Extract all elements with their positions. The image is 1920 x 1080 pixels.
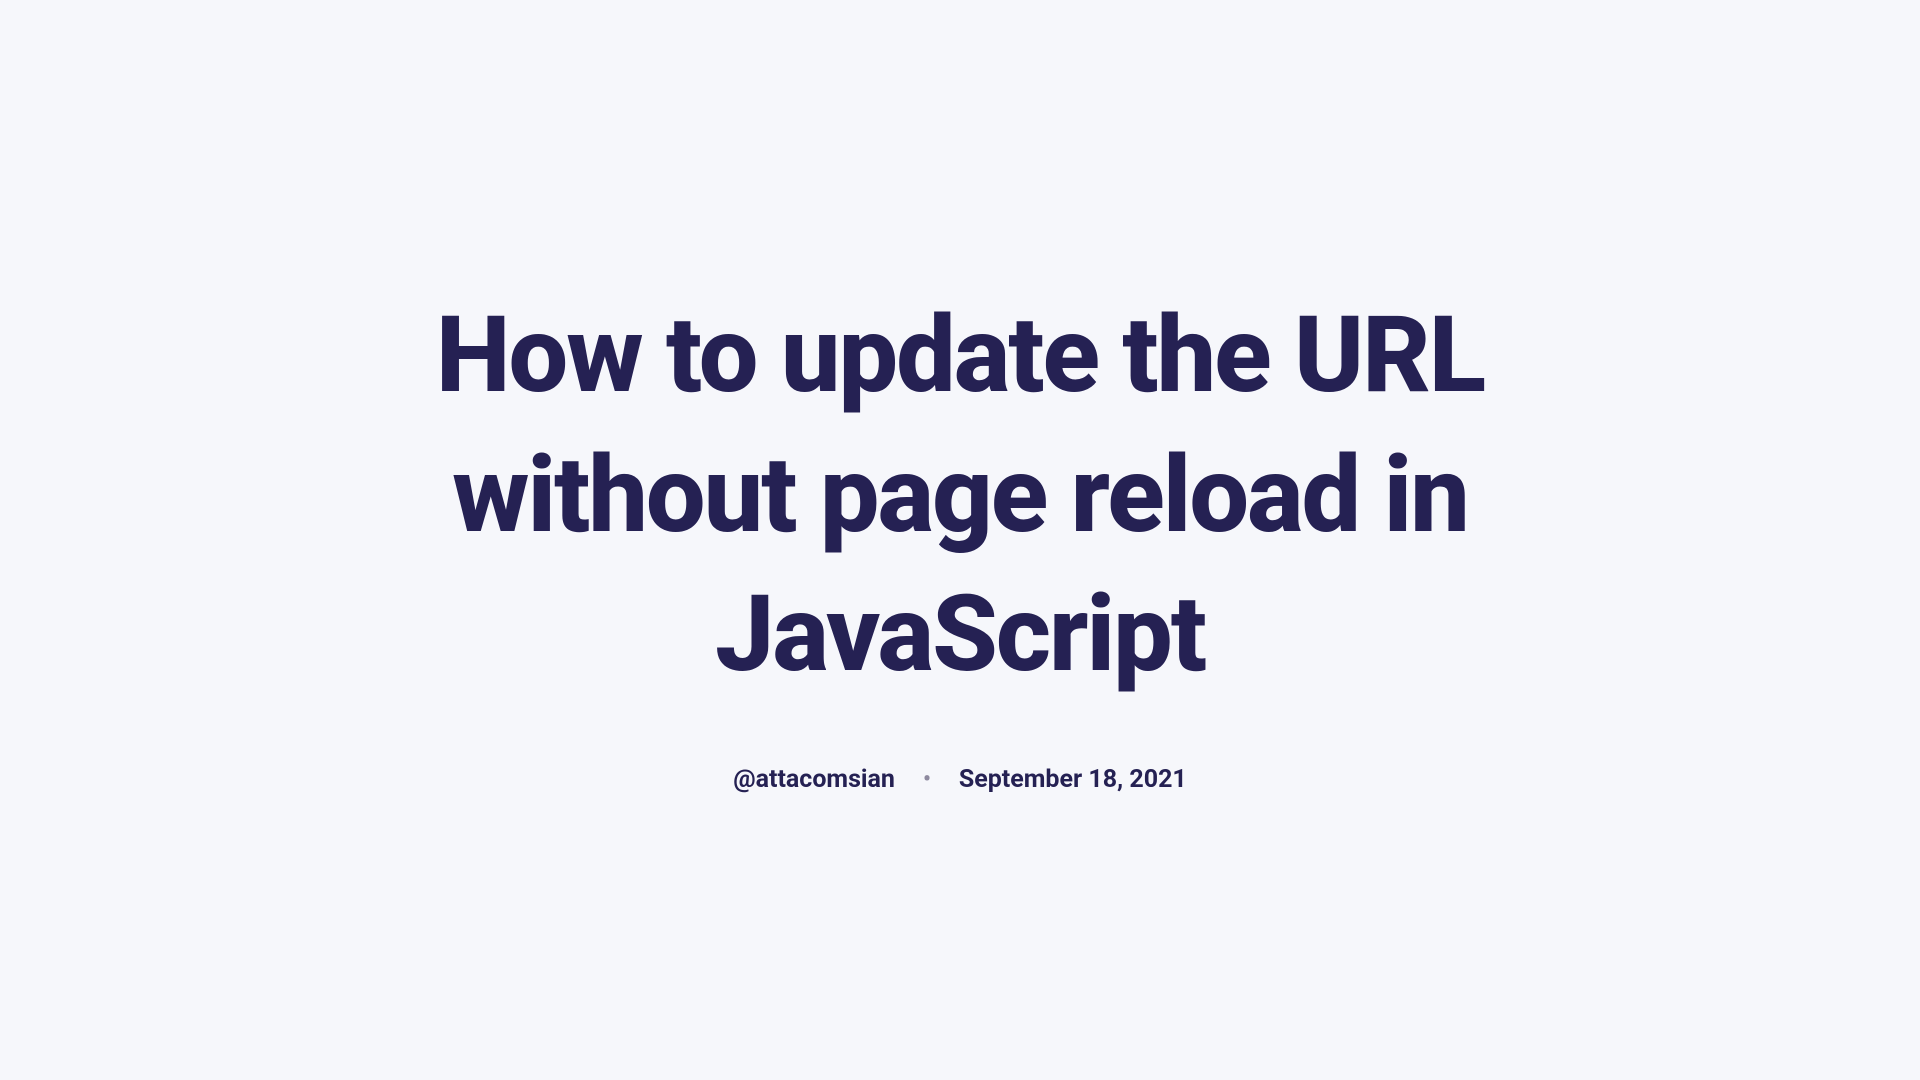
meta-separator-icon: • (923, 769, 931, 791)
article-meta: @attacomsian • September 18, 2021 (733, 765, 1187, 794)
article-header: How to update the URL without page reloa… (260, 286, 1660, 795)
article-author[interactable]: @attacomsian (733, 765, 895, 794)
article-date: September 18, 2021 (959, 765, 1187, 794)
article-title: How to update the URL without page reloa… (300, 286, 1620, 706)
